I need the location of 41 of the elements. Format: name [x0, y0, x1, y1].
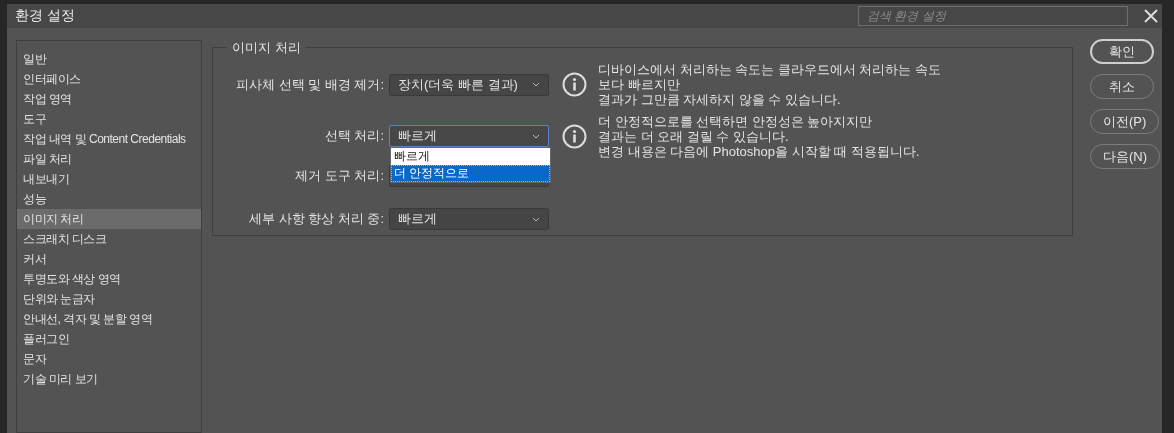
chevron-down-icon [532, 133, 540, 139]
dialog-button[interactable]: 다음(N) [1090, 144, 1161, 169]
dialog-button[interactable]: 취소 [1090, 74, 1154, 99]
close-icon[interactable] [1144, 9, 1158, 23]
sidebar-item[interactable]: 내보내기 [17, 169, 201, 189]
sidebar-item[interactable]: 작업 영역 [17, 89, 201, 109]
search-field[interactable]: 검색 환경 설정 [858, 6, 1128, 26]
field-label: 선택 처리: [323, 127, 384, 145]
field-label: 제거 도구 처리: [294, 167, 384, 185]
sidebar-item[interactable]: 커서 [17, 249, 201, 269]
sidebar-item[interactable]: 일반 [17, 49, 201, 69]
sidebar-item[interactable]: 파일 처리 [17, 149, 201, 169]
info-icon [562, 123, 587, 149]
chevron-down-icon [532, 82, 540, 87]
dropdown-option[interactable]: 더 안정적으로 [391, 165, 550, 182]
field-label: 피사체 선택 및 배경 제거: [234, 75, 384, 94]
sidebar-item[interactable]: 투명도와 색상 영역 [17, 269, 201, 289]
sidebar-item[interactable]: 기술 미리 보기 [17, 369, 201, 389]
info-text: 디바이스에서 처리하는 속도는 클라우드에서 처리하는 속도 보다 빠르지만 결과가 그만큼 자세하지 않을 수 있습니다. [598, 62, 942, 107]
sidebar-item[interactable]: 성능 [17, 189, 201, 209]
select-field[interactable]: 장치(더욱 빠른 결과) [389, 73, 549, 96]
field-label: 세부 사항 향상 처리 중: [247, 210, 384, 228]
dialog-button[interactable]: 확인 [1090, 39, 1154, 64]
info-text: 더 안정적으로를 선택하면 안정성은 높아지지만 결과는 더 오래 걸릴 수 있습니다. 변경 내용은 다음에 Photoshop을 시작할 때 적용됩니다. [598, 113, 920, 159]
sidebar-item[interactable]: 도구 [17, 109, 201, 129]
group-title: 이미지 처리 [227, 39, 306, 57]
select-field[interactable]: 빠르게 [389, 125, 549, 147]
sidebar-item[interactable]: 단위와 눈금자 [17, 289, 201, 309]
chevron-down-icon [532, 216, 540, 222]
sidebar-item[interactable]: 문자 [17, 349, 201, 369]
sidebar-item[interactable]: 이미지 처리 [17, 209, 201, 229]
sidebar-item[interactable]: 스크래치 디스크 [17, 229, 201, 249]
info-icon [562, 72, 587, 97]
window-title: 환경 설정 [15, 7, 76, 25]
dialog-button[interactable]: 이전(P) [1090, 109, 1160, 134]
sidebar-item[interactable]: 플러그인 [17, 329, 201, 349]
dropdown-option[interactable]: 빠르게 [391, 148, 550, 165]
sidebar-item[interactable]: 인터페이스 [17, 69, 201, 89]
sidebar-item[interactable]: 안내선, 격자 및 분할 영역 [17, 309, 201, 329]
sidebar-item[interactable]: 작업 내역 및 Content Credentials [17, 129, 201, 149]
select-field[interactable]: 빠르게 [389, 208, 549, 230]
